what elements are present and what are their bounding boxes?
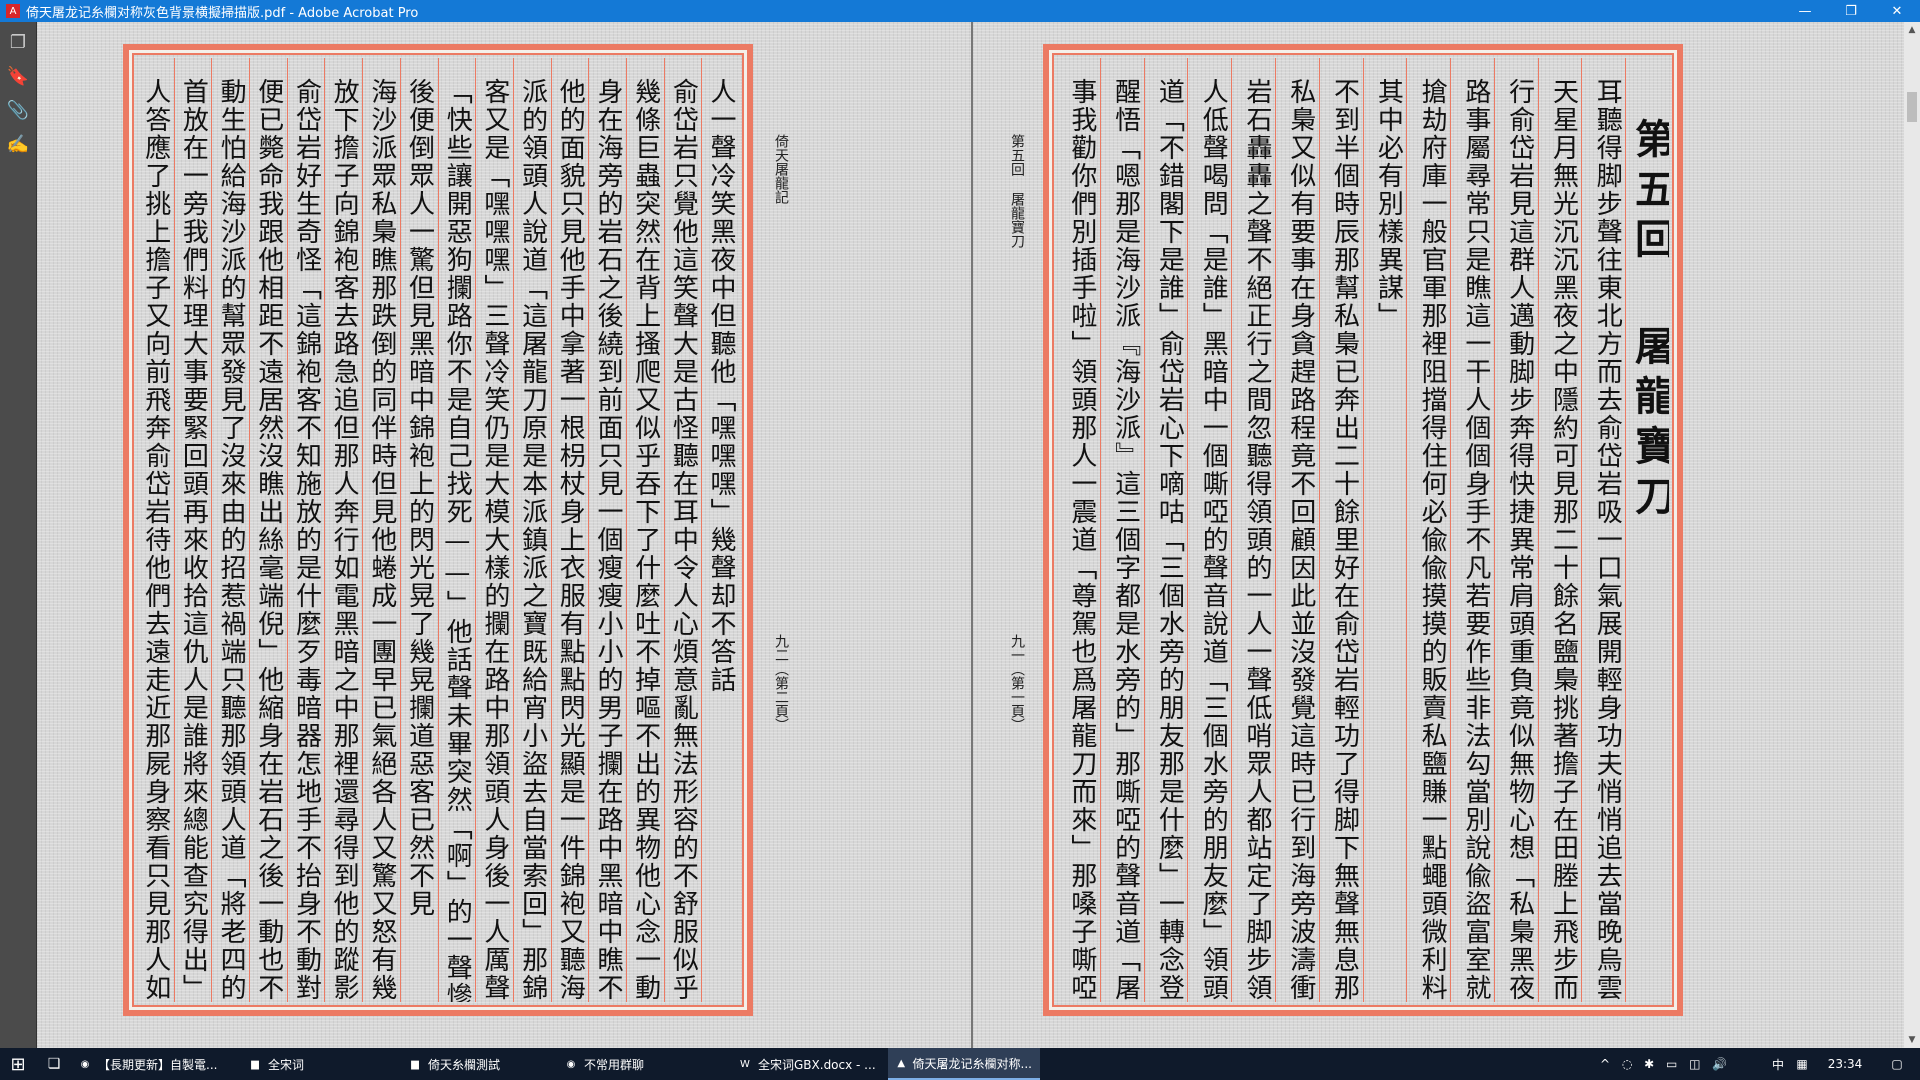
app-icon: ▲ — [897, 1057, 906, 1069]
text-column: 幾條巨蟲突然在背上搔爬又似乎吞下了什麼吐不掉嘔不出的異物他心念一動隱 — [625, 58, 664, 1002]
text-column: 俞岱岩好生奇怪「這錦袍客不知施放的是什麼歹毒暗器怎地手不抬身不動對方 — [286, 58, 325, 1002]
text-column: 醒悟「嗯那是海沙派『海沙派』這三個字都是水旁的」那嘶啞的聲音道「屠龍刀的 — [1099, 58, 1144, 1002]
running-header: 第五回 屠龍寶刀 — [1009, 134, 1025, 248]
signatures-icon[interactable]: ✍ — [6, 132, 30, 156]
vertical-scrollbar[interactable]: ▲ ▼ — [1904, 22, 1920, 1048]
text-column: 他的面貌只見他手中拿著一根枴杖身上衣服有點點閃光顯是一件錦袍又聽海沙 — [550, 58, 589, 1002]
text-column: 人答應了挑上擔子又向前飛奔俞岱岩待他們去遠走近那屍身察看只見那人如死 — [140, 78, 171, 1002]
app-icon: W — [740, 1058, 750, 1070]
taskbar-app-button[interactable]: ▆ 全宋词 — [240, 1048, 396, 1080]
app-icon: ◉ — [566, 1058, 576, 1070]
taskbar-app-label: 【長期更新】自製電... — [98, 1057, 218, 1072]
page-frame: 第五回 屠龍寶刀 耳聽得脚步聲往東北方而去俞岱岩吸一口氣展開輕身功夫悄悄追去當晚烏… — [1043, 44, 1683, 1016]
text-column: 其中必有別樣異謀」 — [1362, 58, 1407, 1002]
taskbar-app-label: 倚天屠龙记糸欄对称... — [912, 1056, 1032, 1071]
close-button[interactable]: ✕ — [1874, 0, 1920, 22]
text-column: 人一聲冷笑黑夜中但聽他「嘿嘿嘿」幾聲却不答話 — [701, 58, 739, 1002]
running-header: 倚天屠龍記 — [773, 134, 789, 204]
taskbar: ⊞ ❏ ◉ 【長期更新】自製電... ▆ 全宋词 ▆ 倚天糸欄測試 ◉ 不常用群聊 W 全宋词GB… — [0, 1048, 1920, 1080]
bookmarks-icon[interactable]: 🔖 — [6, 64, 30, 88]
minimize-button[interactable]: — — [1782, 0, 1828, 22]
text-column: 客又是「嘿嘿嘿」三聲冷笑仍是大模大樣的攔在路中那領頭人身後一人厲聲喝道 — [475, 58, 513, 1002]
text-column: 人低聲喝問「是誰」黑暗中一個嘶啞的聲音說道「三個水旁的朋友麼」領頭那人 — [1187, 58, 1231, 1002]
text-column: 岩石轟轟之聲不絕正行之間忽聽得領頭的一人一聲低哨眾人都站定了脚步領頭 — [1231, 58, 1275, 1002]
task-view-button[interactable]: ❏ — [40, 1048, 68, 1080]
text-column: 「快些讓開惡狗攔路你不是自己找死——」他話聲未畢突然「啊」的一聲慘叫往 — [437, 58, 476, 1002]
system-tray-icons[interactable]: ^ ◌ ✱ ▭ ◫ 🔊 — [1600, 1048, 1765, 1080]
taskbar-app-label: 全宋词 — [268, 1057, 305, 1072]
text-column: 私梟又似有要事在身貪趕路程竟不回顧因此並沒發覺這時已行到海旁波濤衝擊 — [1274, 58, 1319, 1002]
navigation-pane: ❐ 🔖 📎 ✍ — [0, 22, 37, 1048]
text-column: 耳聽得脚步聲往東北方而去俞岱岩吸一口氣展開輕身功夫悄悄追去當晚烏雲滿 — [1581, 58, 1625, 1002]
app-icon: ▆ — [251, 1058, 259, 1070]
window-title: 倚天屠龙记糸欄对称灰色背景横擬掃描版.pdf - Adobe Acrobat P… — [26, 5, 419, 21]
text-column: 身在海旁的岩石之後繞到前面只見一個瘦瘦小小的男子攔在路中黑暗中瞧不清 — [588, 58, 626, 1002]
chapter-heading: 第五回 屠龍寶刀 — [1625, 58, 1669, 1002]
text-column: 天星月無光沉沉黑夜之中隱約可見那二十餘名鹽梟挑著擔子在田塍上飛步而 — [1537, 58, 1582, 1002]
ime-indicator[interactable]: 中 — [1768, 1048, 1788, 1080]
pdf-page-right: 第五回 屠龍寶刀 九一（第一頁） 第五回 屠龍寶刀 耳聽得脚步聲往東北方而去俞岱岩… — [973, 22, 1904, 1048]
pdf-page-left: 人一聲冷笑黑夜中但聽他「嘿嘿嘿」幾聲却不答話 俞岱岩只覺他這笑聲大是古怪聽在耳中令… — [37, 22, 971, 1048]
text-column: 事我勸你們別插手啦」領頭那人一震道「尊駕也爲屠龍刀而來」那嗓子嘶啞的 — [1066, 78, 1097, 1002]
window-titlebar: A 倚天屠龙记糸欄对称灰色背景横擬掃描版.pdf - Adobe Acrobat… — [0, 0, 1920, 22]
page-frame: 人一聲冷笑黑夜中但聽他「嘿嘿嘿」幾聲却不答話 俞岱岩只覺他這笑聲大是古怪聽在耳中令… — [123, 44, 753, 1016]
text-columns: 人一聲冷笑黑夜中但聽他「嘿嘿嘿」幾聲却不答話 俞岱岩只覺他這笑聲大是古怪聽在耳中令… — [137, 58, 739, 1002]
text-column: 俞岱岩只覺他這笑聲大是古怪聽在耳中令人心煩意亂無法形容的不舒服似乎十 — [663, 58, 702, 1002]
page-number: 九二（第二頁） — [773, 634, 789, 732]
taskbar-app-button[interactable]: ▲ 倚天屠龙记糸欄对称... — [888, 1048, 1040, 1080]
app-icon: ◉ — [80, 1058, 90, 1070]
taskbar-app-button[interactable]: W 全宋词GBX.docx - ... — [730, 1048, 884, 1080]
scroll-up-arrow[interactable]: ▲ — [1904, 22, 1920, 38]
taskbar-app-label: 全宋词GBX.docx - ... — [758, 1057, 876, 1072]
text-column: 放下擔子向錦袍客去路急追但那人奔行如電黑暗之中那裡還尋得到他的蹤影 — [324, 58, 362, 1002]
document-view[interactable]: 人一聲冷笑黑夜中但聽他「嘿嘿嘿」幾聲却不答話 俞岱岩只覺他這笑聲大是古怪聽在耳中令… — [37, 22, 1904, 1048]
text-column: 路事屬尋常只是瞧這一干人個個身手不凡若要作些非法勾當別說偸盜富室就是 — [1450, 58, 1494, 1002]
text-column: 道「不錯閣下是誰」俞岱岩心下嘀咕「三個水旁的朋友那是什麼」一轉念登時 — [1143, 58, 1188, 1002]
text-column: 後便倒眾人一驚但見黑暗中錦袍上的閃光晃了幾晃攔道惡客已然不見 — [399, 58, 438, 1002]
text-column: 不到半個時辰那幫私梟已奔出二十餘里好在俞岱岩輕功了得脚下無聲無息那幫 — [1318, 58, 1363, 1002]
text-column: 海沙派眾私梟瞧那跌倒的同伴時但見他蜷成一團早已氣絕各人又驚又怒有幾人 — [362, 58, 400, 1002]
page-thumbnails-icon[interactable]: ❐ — [6, 30, 30, 54]
scroll-down-arrow[interactable]: ▼ — [1904, 1032, 1920, 1048]
text-columns: 第五回 屠龍寶刀 耳聽得脚步聲往東北方而去俞岱岩吸一口氣展開輕身功夫悄悄追去當晚烏… — [1057, 58, 1669, 1002]
acrobat-app-icon[interactable]: A — [6, 4, 20, 18]
restore-button[interactable]: ❐ — [1828, 0, 1874, 22]
page-number: 九一（第一頁） — [1009, 634, 1025, 732]
text-column: 首放在一旁我們料理大事要緊回頭再來收拾這仇人是誰將來總能查究得出」眾 — [173, 58, 212, 1002]
clock[interactable]: 23:34 — [1820, 1048, 1870, 1080]
notification-icon[interactable]: ▢ — [1880, 1048, 1914, 1080]
text-column: 動生怕給海沙派的幫眾發見了沒來由的招惹禍端只聽那領頭人道「將老四的屍 — [211, 58, 249, 1002]
keyboard-icon[interactable]: ▦ — [1792, 1048, 1812, 1080]
start-button[interactable]: ⊞ — [0, 1048, 36, 1080]
text-column: 派的領頭人說道「這屠龍刀原是本派鎮派之寶既給宵小盜去自當索回」那錦袍 — [512, 58, 551, 1002]
scrollbar-thumb[interactable] — [1907, 92, 1917, 122]
taskbar-app-label: 不常用群聊 — [584, 1057, 645, 1072]
text-column: 行俞岱岩見這群人邁動脚步奔得快捷異常肩頭重負竟似無物心想「私梟黑夜趕 — [1493, 58, 1538, 1002]
taskbar-app-button[interactable]: ◉ 不常用群聊 — [556, 1048, 726, 1080]
taskbar-app-button[interactable]: ◉ 【長期更新】自製電... — [70, 1048, 236, 1080]
text-column: 便已斃命我跟他相距不遠居然沒瞧出絲毫端倪」他縮身在岩石之後一動也不敢 — [249, 58, 287, 1002]
app-icon: ▆ — [411, 1058, 419, 1070]
text-column: 搶劫府庫一般官軍那裡阻擋得住何必偸偸摸摸的販賣私鹽賺一點蠅頭微利料來 — [1406, 58, 1450, 1002]
attachments-icon[interactable]: 📎 — [6, 98, 30, 122]
taskbar-app-button[interactable]: ▆ 倚天糸欄測試 — [400, 1048, 552, 1080]
taskbar-app-label: 倚天糸欄測試 — [428, 1057, 501, 1072]
